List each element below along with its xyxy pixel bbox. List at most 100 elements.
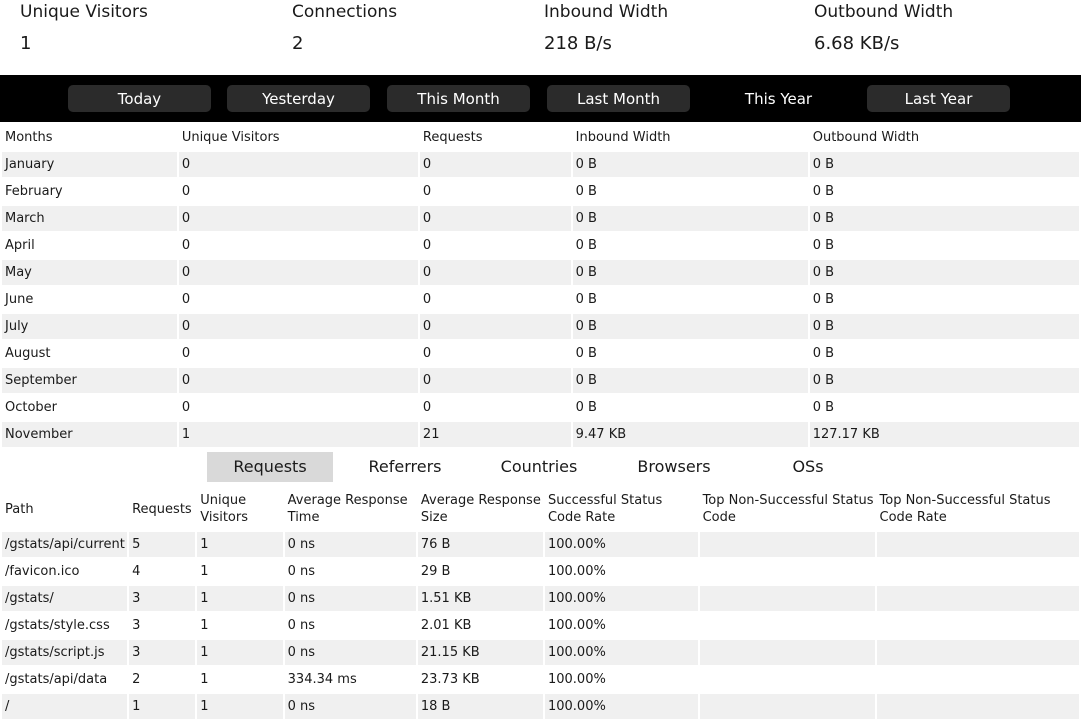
column-header: Top Non-Successful Status Code: [702, 493, 874, 525]
table-cell: [699, 559, 875, 584]
table-row: June 0 0 0 B0 B: [2, 287, 1079, 312]
table-cell: June: [2, 287, 177, 312]
stat-label: Connections: [292, 2, 398, 22]
table-cell: 21.15 KB: [417, 640, 543, 665]
table-row: May 0 0 0 B0 B: [2, 260, 1079, 285]
stat-label: Inbound Width: [544, 2, 669, 22]
table-cell: 1: [197, 640, 283, 665]
table-cell: 0 B: [572, 260, 808, 285]
range-this-year-button[interactable]: This Year: [707, 85, 850, 112]
range-last-month-button[interactable]: Last Month: [547, 85, 690, 112]
table-cell: 0: [178, 368, 418, 393]
table-cell: 100.00%: [544, 640, 698, 665]
tab-referrers[interactable]: Referrers: [342, 452, 468, 482]
table-row: September 0 0 0 B0 B: [2, 368, 1079, 393]
table-cell: 0 B: [572, 206, 808, 231]
stat-label: Unique Visitors: [20, 2, 148, 22]
table-cell: [876, 532, 1079, 557]
table-cell: 18 B: [417, 694, 543, 719]
tab-oss[interactable]: OSs: [745, 452, 871, 482]
table-cell: 1: [178, 422, 418, 447]
table-row: /gstats/style.css 3 1 0 ns 2.01 KB 100.00%: [2, 613, 1079, 638]
table-cell: [876, 640, 1079, 665]
table-cell: 0 B: [809, 395, 1079, 420]
table-cell: 3: [129, 586, 196, 611]
stat-value: 218 B/s: [544, 33, 612, 54]
table-cell: 0: [419, 287, 571, 312]
table-row: July 0 0 0 B0 B: [2, 314, 1079, 339]
range-last-year-button[interactable]: Last Year: [867, 85, 1010, 112]
table-cell: 2.01 KB: [417, 613, 543, 638]
table-cell: March: [2, 206, 177, 231]
table-cell: 0 B: [572, 314, 808, 339]
table-cell: 0 B: [809, 152, 1079, 177]
column-header: Unique Visitors: [200, 493, 248, 525]
table-cell: 1: [197, 559, 283, 584]
table-cell: 3: [129, 640, 196, 665]
table-row: /gstats/api/current 5 1 0 ns 76 B 100.00%: [2, 532, 1079, 557]
table-row: August 0 0 0 B0 B: [2, 341, 1079, 366]
table-cell: 1: [197, 613, 283, 638]
table-cell: May: [2, 260, 177, 285]
table-cell: [699, 586, 875, 611]
table-row: /gstats/script.js 3 1 0 ns 21.15 KB 100.00%: [2, 640, 1079, 665]
table-cell: 0 B: [572, 368, 808, 393]
table-cell: 0: [178, 260, 418, 285]
paths-table: Path Requests Unique Visitors Average Re…: [0, 486, 1081, 721]
table-cell: 9.47 KB: [572, 422, 808, 447]
table-cell: 1: [197, 586, 283, 611]
table-cell: 1: [129, 694, 196, 719]
table-row: January 0 0 0 B0 B: [2, 152, 1079, 177]
table-cell: 23.73 KB: [417, 667, 543, 692]
table-cell: 0: [178, 179, 418, 204]
table-cell: April: [2, 233, 177, 258]
table-cell: /: [2, 694, 128, 719]
table-cell: 0 ns: [284, 559, 416, 584]
range-today-button[interactable]: Today: [68, 85, 211, 112]
table-cell: 0: [419, 314, 571, 339]
table-cell: 0: [419, 233, 571, 258]
table-cell: 0 B: [572, 341, 808, 366]
table-cell: [876, 586, 1079, 611]
table-cell: 0: [178, 233, 418, 258]
table-cell: July: [2, 314, 177, 339]
table-cell: 0 B: [572, 179, 808, 204]
stat-label: Outbound Width: [814, 2, 954, 22]
table-cell: [699, 640, 875, 665]
tab-browsers[interactable]: Browsers: [611, 452, 737, 482]
table-cell: [876, 694, 1079, 719]
table-cell: 0: [178, 152, 418, 177]
column-header: Inbound Width: [575, 130, 671, 145]
tab-requests[interactable]: Requests: [207, 452, 333, 482]
column-header: Average Response Time: [287, 493, 408, 525]
table-header-row: Months Unique Visitors Requests Inbound …: [2, 125, 1079, 150]
table-cell: 0: [178, 314, 418, 339]
summary-stats: Unique Visitors 1 Connections 2 Inbound …: [0, 0, 1081, 75]
table-cell: 0: [419, 368, 571, 393]
table-cell: 1.51 KB: [417, 586, 543, 611]
table-cell: 29 B: [417, 559, 543, 584]
table-row: November 1 21 9.47 KB 127.17 KB: [2, 422, 1079, 447]
detail-tabs: Requests Referrers Countries Browsers OS…: [0, 452, 1081, 482]
table-cell: January: [2, 152, 177, 177]
column-header: Months: [5, 130, 53, 145]
table-cell: [876, 667, 1079, 692]
table-row: April 0 0 0 B0 B: [2, 233, 1079, 258]
time-range-bar: Today Yesterday This Month Last Month Th…: [0, 75, 1081, 122]
table-cell: 0: [178, 206, 418, 231]
range-yesterday-button[interactable]: Yesterday: [227, 85, 370, 112]
table-cell: 334.34 ms: [284, 667, 416, 692]
table-row: /gstats/api/data 2 1 334.34 ms 23.73 KB 100.0…: [2, 667, 1079, 692]
table-cell: 0 B: [809, 314, 1079, 339]
table-cell: 100.00%: [544, 532, 698, 557]
table-cell: 0 B: [809, 206, 1079, 231]
table-cell: August: [2, 341, 177, 366]
table-cell: 0: [419, 152, 571, 177]
tab-countries[interactable]: Countries: [476, 452, 602, 482]
stat-value: 1: [20, 33, 32, 54]
table-cell: 0 B: [809, 179, 1079, 204]
table-cell: 0 B: [572, 152, 808, 177]
table-cell: 0 ns: [284, 694, 416, 719]
table-cell: /gstats/script.js: [2, 640, 128, 665]
range-this-month-button[interactable]: This Month: [387, 85, 530, 112]
